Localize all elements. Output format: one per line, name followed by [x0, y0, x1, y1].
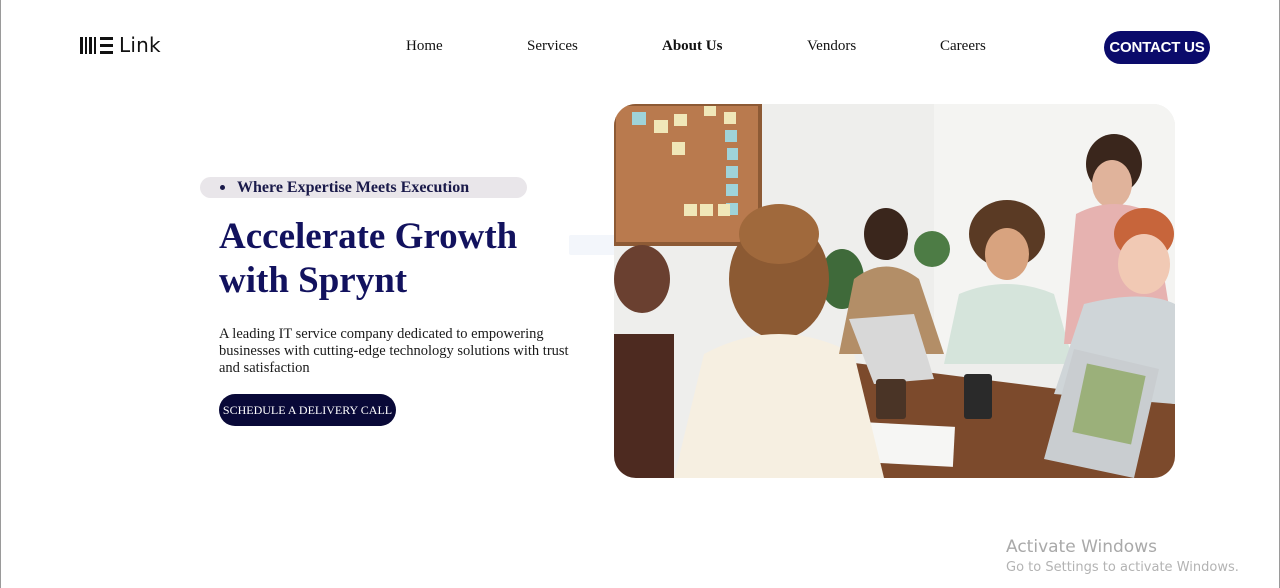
- schedule-call-button[interactable]: SCHEDULE A DELIVERY CALL: [219, 394, 396, 426]
- nav-careers[interactable]: Careers: [940, 38, 986, 55]
- tagline-badge: Where Expertise Meets Execution: [200, 177, 527, 198]
- nav-home[interactable]: Home: [406, 38, 443, 55]
- contact-us-button[interactable]: CONTACT US: [1104, 31, 1210, 64]
- main-nav: Home Services About Us Vendors Careers: [1, 38, 1279, 58]
- nav-services[interactable]: Services: [527, 38, 578, 55]
- nav-about-us[interactable]: About Us: [662, 38, 722, 55]
- bullet-icon: [220, 185, 225, 190]
- faint-overlay: [569, 235, 619, 255]
- watermark-title: Activate Windows: [1006, 537, 1157, 557]
- hero-description: A leading IT service company dedicated t…: [219, 326, 569, 376]
- hero-headline: Accelerate Growth with Sprynt: [219, 216, 518, 301]
- tagline-text: Where Expertise Meets Execution: [237, 178, 470, 196]
- watermark-subtitle: Go to Settings to activate Windows.: [1006, 560, 1239, 575]
- nav-vendors[interactable]: Vendors: [807, 38, 856, 55]
- team-meeting-photo: [614, 104, 1175, 478]
